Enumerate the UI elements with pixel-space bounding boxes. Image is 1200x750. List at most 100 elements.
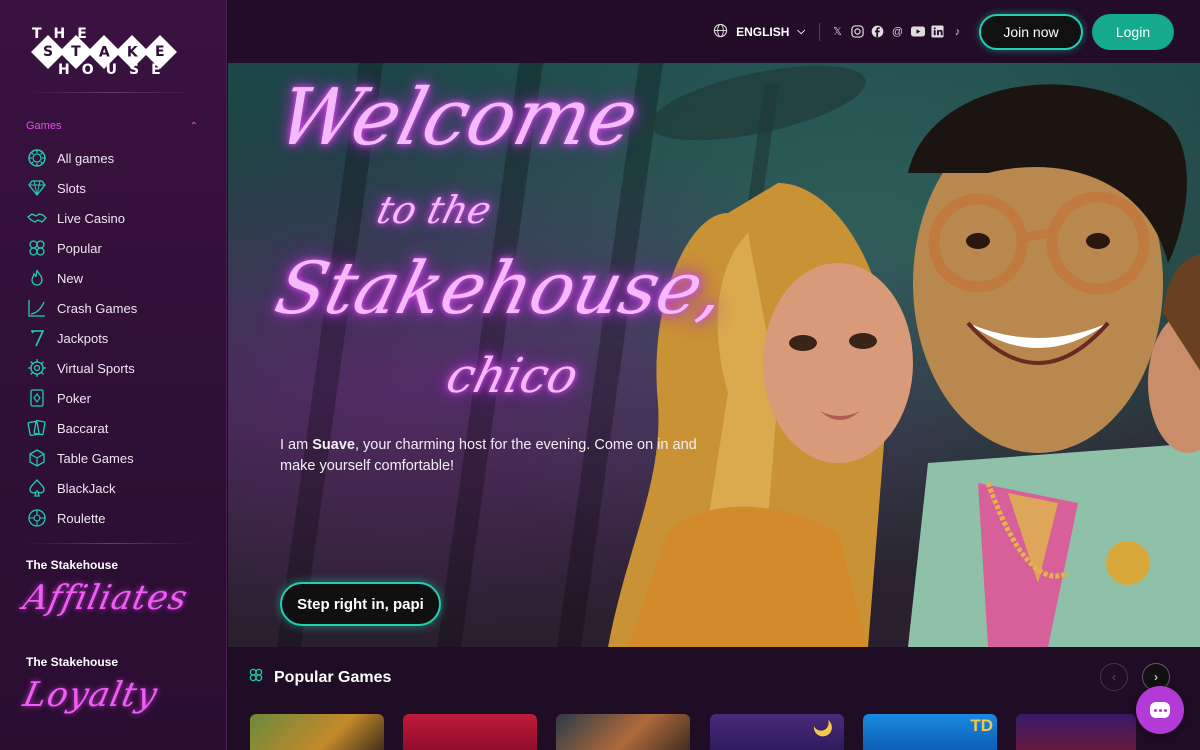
hero-banner: Welcome to the Stakehouse, chico I am Su… xyxy=(228,63,1200,647)
sidebar-item-popular[interactable]: Popular xyxy=(26,233,206,263)
sidebar-item-label: Poker xyxy=(57,390,91,406)
sidebar-item-new[interactable]: New xyxy=(26,263,206,293)
chevron-down-icon: ⌵ xyxy=(797,26,805,37)
sidebar-item-jackpots[interactable]: Jackpots xyxy=(26,323,206,353)
sidebar-item-slots[interactable]: Slots xyxy=(26,173,206,203)
dice-icon xyxy=(26,447,48,469)
sidebar-item-label: All games xyxy=(57,150,115,166)
social-links: 𝕏 @ ♪ xyxy=(830,24,965,39)
login-button[interactable]: Login xyxy=(1092,13,1174,50)
chart-icon xyxy=(26,297,48,319)
sidebar-item-poker[interactable]: Poker xyxy=(26,383,206,413)
sidebar-item-virtual-sports[interactable]: Virtual Sports xyxy=(26,353,206,383)
sidebar-item-label: Virtual Sports xyxy=(57,360,135,376)
logo-letter: A xyxy=(98,44,110,60)
game-card[interactable] xyxy=(556,714,690,750)
linkedin-icon[interactable] xyxy=(930,24,945,39)
flame-icon xyxy=(26,267,48,289)
logo-letter: T xyxy=(71,44,81,60)
carousel-prev-button[interactable]: ‹ xyxy=(1100,663,1128,691)
chip-icon xyxy=(26,147,48,169)
spade-icon xyxy=(26,477,48,499)
sidebar-item-label: Live Casino xyxy=(57,210,125,226)
hero-illustration xyxy=(608,84,1200,647)
sidebar-item-label: Baccarat xyxy=(57,420,109,436)
sidebar-item-label: Roulette xyxy=(57,510,106,526)
threads-icon[interactable]: @ xyxy=(890,24,905,39)
sidebar-item-label: Popular xyxy=(57,240,102,256)
sidebar-item-crash-games[interactable]: Crash Games xyxy=(26,293,206,323)
x-icon[interactable]: 𝕏 xyxy=(830,24,845,39)
sidebar-item-label: Jackpots xyxy=(57,330,109,346)
logo[interactable]: THE S T A K E HOUSE xyxy=(28,26,188,82)
sidebar-item-blackjack[interactable]: BlackJack xyxy=(26,473,206,503)
game-card-badge: TD xyxy=(970,716,993,735)
divider xyxy=(26,92,196,93)
sidebar-item-label: Table Games xyxy=(57,450,134,466)
clover-icon xyxy=(26,237,48,259)
games-section-header[interactable]: Games ⌃ xyxy=(26,120,198,132)
join-now-button[interactable]: Join now xyxy=(979,13,1083,50)
sidebar-item-label: Crash Games xyxy=(57,300,138,316)
popular-games-section: Popular Games ‹ › TD xyxy=(228,647,1200,750)
language-selector[interactable]: ENGLISH ⌵ xyxy=(713,23,805,41)
globe-icon xyxy=(713,23,728,41)
hero-title-line3: Stakehouse, xyxy=(267,246,735,330)
sidebar-item-label: BlackJack xyxy=(57,480,116,496)
sidebar-item-baccarat[interactable]: Baccarat xyxy=(26,413,206,443)
games-nav: All games Slots Live Casino Popular New … xyxy=(26,143,206,533)
logo-letter: E xyxy=(155,43,165,60)
seven-icon xyxy=(26,327,48,349)
logo-letter: K xyxy=(126,43,138,60)
loyalty-link[interactable]: Loyalty xyxy=(20,675,162,715)
sidebar-item-label: New xyxy=(57,270,84,286)
cards-icon xyxy=(26,417,48,439)
game-card[interactable] xyxy=(710,714,844,750)
popular-games-header: Popular Games xyxy=(248,667,391,688)
chevron-right-icon: › xyxy=(1154,670,1158,684)
game-card[interactable]: TD xyxy=(863,714,997,750)
game-card[interactable] xyxy=(1016,714,1136,750)
hero-title-line4: chico xyxy=(441,348,584,404)
logo-bottom-text: HOUSE xyxy=(58,62,173,78)
game-card[interactable] xyxy=(250,714,384,750)
divider xyxy=(819,22,820,41)
affiliates-title: The Stakehouse xyxy=(26,558,119,572)
host-name: Suave xyxy=(312,437,355,453)
language-label: ENGLISH xyxy=(736,24,790,39)
hero-title-line1: Welcome xyxy=(268,73,647,163)
logo-diamonds: S T A K E xyxy=(31,35,177,69)
sidebar-item-all-games[interactable]: All games xyxy=(26,143,206,173)
facebook-icon[interactable] xyxy=(870,24,885,39)
gear-icon xyxy=(26,357,48,379)
sidebar-item-live-casino[interactable]: Live Casino xyxy=(26,203,206,233)
sidebar-item-roulette[interactable]: Roulette xyxy=(26,503,206,533)
chat-bubble-icon xyxy=(1150,702,1170,718)
clover-icon xyxy=(248,667,264,688)
roulette-icon xyxy=(26,507,48,529)
sidebar-item-label: Slots xyxy=(57,180,86,196)
card-icon xyxy=(26,387,48,409)
handshake-icon xyxy=(26,207,48,229)
affiliates-link[interactable]: Affiliates xyxy=(20,578,192,618)
sidebar-item-table-games[interactable]: Table Games xyxy=(26,443,206,473)
sidebar: THE S T A K E HOUSE Games ⌃ All games Sl… xyxy=(0,0,227,750)
game-card[interactable] xyxy=(403,714,537,750)
youtube-icon[interactable] xyxy=(910,24,925,39)
instagram-icon[interactable] xyxy=(850,24,865,39)
chat-button[interactable] xyxy=(1136,686,1184,734)
app-root: THE S T A K E HOUSE Games ⌃ All games Sl… xyxy=(0,0,1200,750)
games-section-label: Games xyxy=(26,120,62,132)
hero-title-line2: to the xyxy=(372,188,496,232)
logo-letter: S xyxy=(42,44,54,60)
step-right-in-button[interactable]: Step right in, papi xyxy=(280,582,441,626)
divider xyxy=(26,543,196,544)
topbar: ENGLISH ⌵ 𝕏 @ ♪ Join now Login xyxy=(228,0,1200,63)
hero-description: I am Suave, your charming host for the e… xyxy=(280,435,720,477)
hero-text-pre: I am xyxy=(280,437,313,453)
loyalty-title: The Stakehouse xyxy=(26,655,119,669)
diamond-icon xyxy=(26,177,48,199)
tiktok-icon[interactable]: ♪ xyxy=(950,24,965,39)
popular-games-title: Popular Games xyxy=(274,668,392,686)
chevron-left-icon: ‹ xyxy=(1112,670,1116,684)
